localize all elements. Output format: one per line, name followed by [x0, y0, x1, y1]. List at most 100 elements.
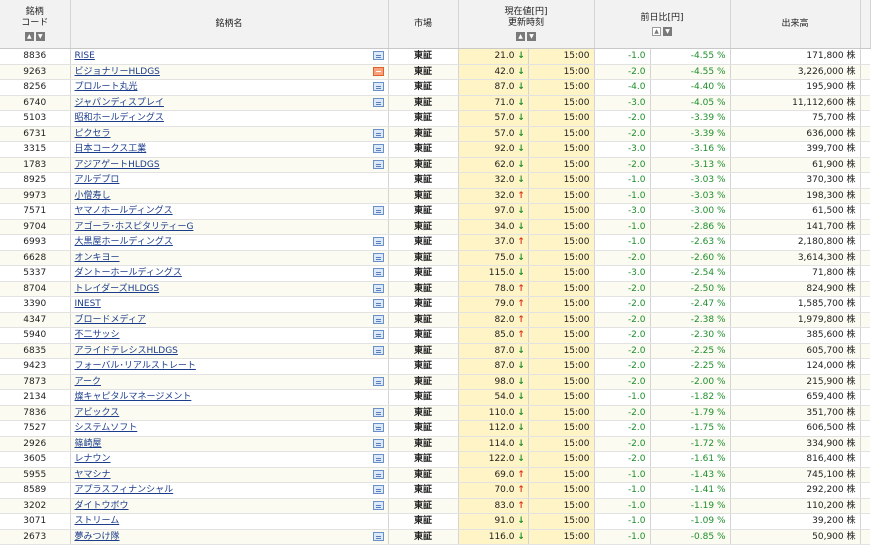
- stock-name-link[interactable]: アジアゲートHLDGS: [75, 160, 160, 170]
- stock-name-link[interactable]: フォーバル･リアルストレート: [75, 361, 196, 371]
- stock-code: 6731: [0, 126, 71, 142]
- stock-name-link[interactable]: アゴーラ･ホスピタリティーG: [75, 222, 194, 232]
- stock-name-link[interactable]: INEST: [75, 299, 101, 309]
- price-value: 110.0: [488, 407, 515, 418]
- update-time: 15:00: [528, 420, 595, 437]
- table-row: 5337 ダントーホールディングス 東証 115.0 ↓ 15:00 -3.0 -2.54 %…: [0, 265, 870, 282]
- change-value: -3.0: [594, 203, 651, 220]
- arrow-up-icon: ↑: [517, 500, 525, 511]
- stock-name-link[interactable]: オンキヨー: [75, 253, 120, 263]
- chart-icon[interactable]: [372, 82, 384, 91]
- chart-icon[interactable]: [372, 237, 384, 246]
- stock-code: 8589: [0, 482, 71, 499]
- table-row: 9263 ビジョナリーHLDGS 東証 42.0 ↓ 15:00 -2.0 -4.55 % 3,…: [0, 64, 870, 80]
- stock-name-link[interactable]: ダントーホールディングス: [75, 268, 182, 278]
- stock-name-link[interactable]: ダイトウボウ: [75, 501, 129, 511]
- chart-icon[interactable]: [372, 438, 384, 448]
- volume: 11,112,600 株: [730, 95, 861, 111]
- stock-name-link[interactable]: システムソフト: [75, 423, 138, 433]
- sort-desc-icon[interactable]: ▼: [663, 26, 672, 36]
- update-time: 15:00: [528, 498, 595, 514]
- chart-icon[interactable]: [372, 299, 384, 308]
- table-row: 8704 トレイダーズHLDGS 東証 78.0 ↑ 15:00 -2.0 -2.50 % 82…: [0, 281, 870, 297]
- stock-name-link[interactable]: ヤマノホールディングス: [75, 206, 173, 216]
- extra-cell: [860, 513, 870, 530]
- sort-asc-icon[interactable]: ▲: [516, 32, 525, 41]
- extra-cell: [860, 451, 870, 468]
- stock-name-link[interactable]: RISE: [75, 51, 95, 61]
- stock-name-link[interactable]: ヤマシナ: [75, 470, 111, 480]
- stock-code: 6628: [0, 250, 71, 266]
- update-time: 15:00: [528, 374, 595, 390]
- current-price: 54.0 ↓: [458, 389, 529, 406]
- stock-name-link[interactable]: ビジョナリーHLDGS: [75, 67, 160, 77]
- stock-name-link[interactable]: トレイダーズHLDGS: [75, 284, 160, 294]
- chart-icon[interactable]: [372, 376, 384, 386]
- chart-icon[interactable]: [372, 144, 384, 153]
- change-value: -2.0: [594, 157, 651, 173]
- change-percent: -2.25 %: [650, 343, 731, 359]
- sort-desc-icon[interactable]: ▼: [35, 32, 45, 41]
- chart-icon[interactable]: [372, 51, 384, 60]
- chart-icon[interactable]: [372, 206, 384, 215]
- stock-name-link[interactable]: アーク: [75, 377, 101, 387]
- market: 東証: [388, 110, 459, 127]
- stock-name-link[interactable]: レナウン: [75, 454, 111, 464]
- chart-icon[interactable]: [372, 531, 384, 541]
- stock-name-link[interactable]: 篠崎屋: [75, 439, 102, 449]
- chart-icon[interactable]: [372, 423, 384, 432]
- stock-name-link[interactable]: ブロードメディア: [75, 315, 146, 325]
- stock-name-link[interactable]: 不二サッシ: [75, 330, 120, 340]
- stock-name-link[interactable]: アビックス: [75, 408, 120, 418]
- stock-name-link[interactable]: 日本コークス工業: [75, 144, 147, 154]
- chart-icon[interactable]: [372, 283, 384, 293]
- chart-icon[interactable]: [372, 97, 384, 107]
- market: 東証: [388, 498, 459, 514]
- stock-code: 6740: [0, 95, 71, 111]
- chart-icon[interactable]: [372, 500, 384, 510]
- market: 東証: [388, 312, 459, 328]
- chart-icon[interactable]: [372, 252, 384, 262]
- stock-name-link[interactable]: アプラスフィナンシャル: [75, 485, 174, 495]
- current-price: 98.0 ↓: [458, 374, 529, 390]
- chart-icon[interactable]: [372, 469, 384, 479]
- chart-icon[interactable]: [372, 407, 384, 417]
- stock-name-link[interactable]: アルデプロ: [75, 175, 120, 185]
- change-value: -1.0: [594, 234, 651, 251]
- market: 東証: [388, 141, 459, 158]
- sort-asc-icon[interactable]: ▲: [652, 26, 661, 36]
- sort-desc-icon[interactable]: ▼: [527, 32, 536, 41]
- sort-asc-icon[interactable]: ▲: [24, 32, 34, 41]
- chart-icon[interactable]: [372, 159, 384, 169]
- table-row: 7873 アーク 東証 98.0 ↓ 15:00 -2.0 -2.00 % 215,900 株: [0, 374, 870, 390]
- chart-icon[interactable]: [372, 454, 384, 463]
- stock-name-link[interactable]: プロルート丸光: [75, 82, 138, 92]
- chart-icon[interactable]: [372, 330, 384, 339]
- stock-name-link[interactable]: 昭和ホールディングス: [75, 113, 164, 123]
- arrow-up-icon: ↑: [517, 469, 525, 480]
- stock-name-link[interactable]: ストリーム: [75, 516, 120, 526]
- stock-code: 9263: [0, 64, 71, 80]
- stock-name-link[interactable]: 小僧寿し: [75, 191, 111, 201]
- extra-cell: [860, 482, 870, 499]
- chart-icon[interactable]: [372, 345, 384, 355]
- stock-name-link[interactable]: ピクセラ: [75, 129, 111, 139]
- stock-code: 7527: [0, 420, 71, 437]
- chart-icon[interactable]: [372, 128, 384, 138]
- news-icon[interactable]: [372, 66, 384, 76]
- chart-icon[interactable]: [372, 314, 384, 324]
- table-row: 3315 日本コークス工業 東証 92.0 ↓ 15:00 -3.0 -3.16 % 399,7…: [0, 141, 870, 158]
- stock-name-link[interactable]: 大黒屋ホールディングス: [75, 237, 173, 247]
- update-time: 15:00: [528, 482, 595, 499]
- stock-name-link[interactable]: 夢みつけ隊: [75, 532, 120, 542]
- chart-icon[interactable]: [372, 268, 384, 277]
- stock-name-link[interactable]: ジャパンディスプレイ: [75, 98, 164, 108]
- stock-name-link[interactable]: アライドテレシスHLDGS: [75, 346, 178, 356]
- table-row: 8925 アルデプロ 東証 32.0 ↓ 15:00 -1.0 -3.03 % 370,300 …: [0, 172, 870, 189]
- volume: 1,979,800 株: [730, 312, 861, 328]
- chart-icon[interactable]: [372, 485, 384, 494]
- current-price: 91.0 ↓: [458, 513, 529, 530]
- stock-name-link[interactable]: 燦キャピタルマネージメント: [75, 392, 192, 402]
- price-value: 114.0: [488, 438, 515, 449]
- volume: 141,700 株: [730, 219, 861, 235]
